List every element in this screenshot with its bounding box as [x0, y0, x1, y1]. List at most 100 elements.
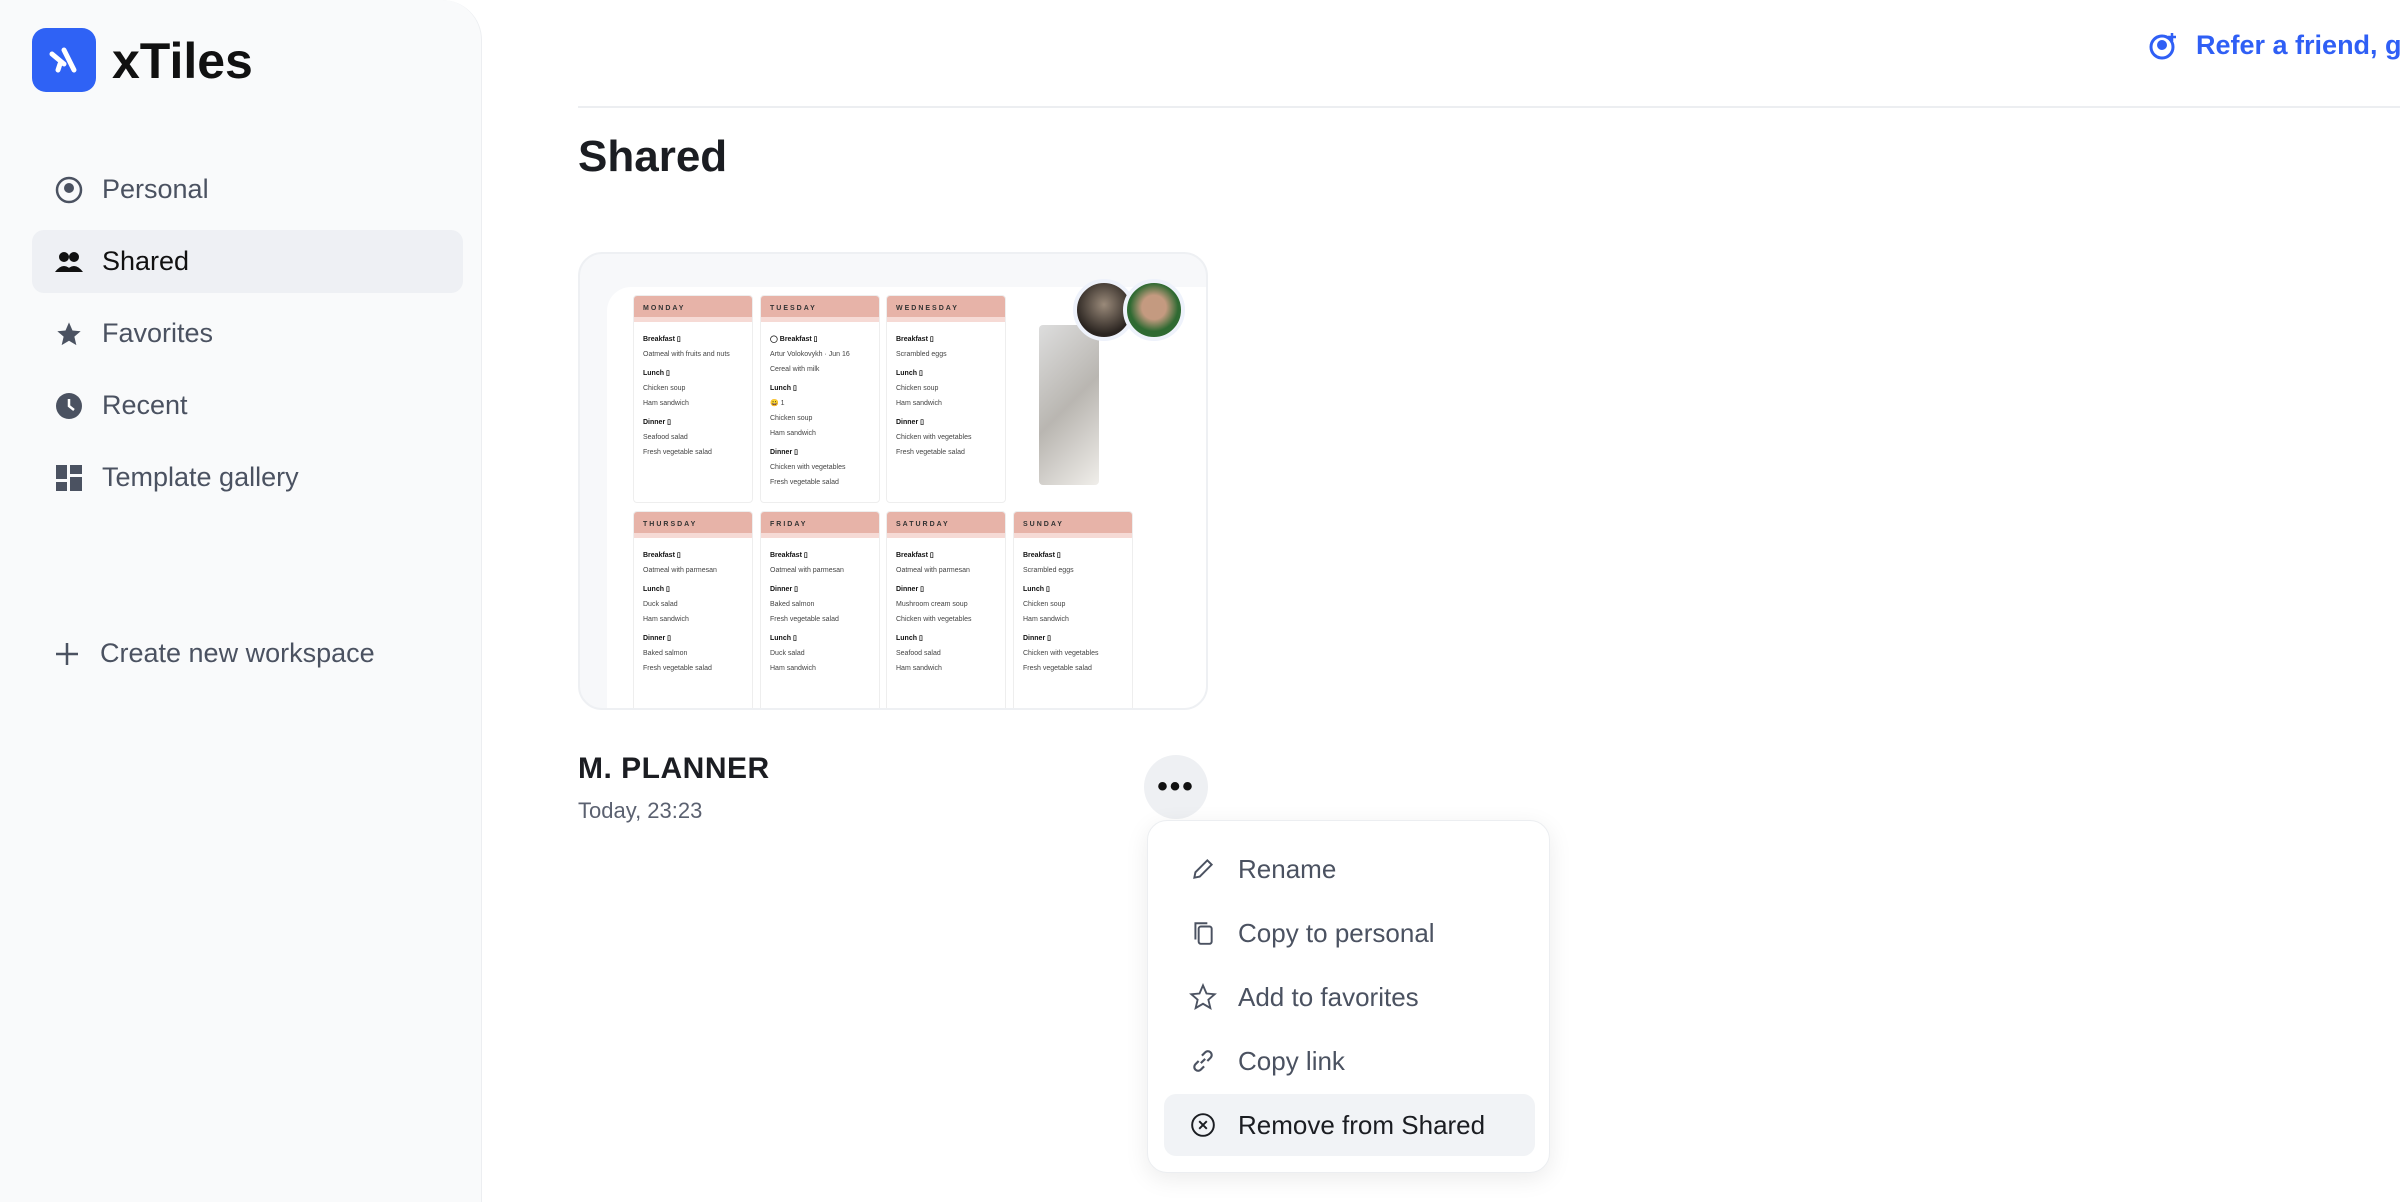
refer-friend-link[interactable]: Refer a friend, ge: [2148, 30, 2400, 61]
meal-item: Ham sandwich: [896, 400, 942, 407]
day-header: MONDAY: [634, 296, 752, 322]
meal-item: Ham sandwich: [643, 616, 689, 623]
day-column: SUNDAY Breakfast ▯ Scrambled eggs Lunch ▯ Ch…: [1013, 511, 1133, 708]
meal-item: Artur Volokovykh · Jun 16: [770, 351, 850, 358]
meal-item: Baked salmon: [770, 601, 815, 608]
meal-heading: Lunch ▯: [1023, 586, 1050, 593]
day-header: THURSDAY: [634, 512, 752, 538]
meal-item: Fresh vegetable salad: [770, 616, 839, 623]
day-column: SATURDAY Breakfast ▯ Oatmeal with parmesan…: [886, 511, 1006, 708]
menu-item-copy-link[interactable]: Copy link: [1164, 1030, 1535, 1092]
menu-item-label: Copy to personal: [1238, 917, 1435, 948]
page-title: Shared: [578, 132, 728, 181]
meal-item: Duck salad: [770, 650, 805, 657]
day-header: SUNDAY: [1014, 512, 1132, 538]
menu-item-label: Rename: [1238, 853, 1337, 884]
user-circle-icon: [54, 175, 84, 205]
meal-heading: ◯ Breakfast ▯: [770, 336, 818, 343]
meal-item: Chicken with vegetables: [896, 434, 972, 441]
link-icon: [1188, 1048, 1218, 1074]
sidebar-item-personal[interactable]: Personal: [32, 158, 463, 221]
sidebar-item-label: Recent: [102, 390, 188, 420]
meal-item: Chicken with vegetables: [770, 464, 846, 471]
sidebar-item-recent[interactable]: Recent: [32, 374, 463, 437]
food-photo: [1039, 325, 1099, 485]
meal-item: Ham sandwich: [643, 400, 689, 407]
star-outline-icon: [1188, 983, 1218, 1011]
meal-item: Oatmeal with parmesan: [896, 567, 970, 574]
menu-item-label: Add to favorites: [1238, 981, 1419, 1012]
meal-heading: Lunch ▯: [643, 586, 670, 593]
pencil-icon: [1188, 856, 1218, 882]
sidebar-item-label: Personal: [102, 174, 209, 204]
menu-item-remove-from-shared[interactable]: Remove from Shared: [1164, 1094, 1535, 1156]
meal-item: Oatmeal with parmesan: [770, 567, 844, 574]
more-options-button[interactable]: •••: [1144, 755, 1208, 819]
create-workspace-label: Create new workspace: [100, 638, 375, 668]
context-menu: Rename Copy to personal Add to favorites…: [1147, 820, 1550, 1173]
star-icon: [54, 319, 84, 349]
header-divider: [578, 106, 2400, 108]
document-thumbnail: MONDAY Breakfast ▯ Oatmeal with fruits and…: [607, 287, 1206, 708]
sidebar-item-favorites[interactable]: Favorites: [32, 302, 463, 365]
meal-heading: Dinner ▯: [770, 586, 798, 593]
meal-item: Scrambled eggs: [1023, 567, 1074, 574]
avatar: [1123, 279, 1185, 341]
meal-heading: Breakfast ▯: [1023, 552, 1061, 559]
meal-item: Ham sandwich: [770, 665, 816, 672]
menu-item-rename[interactable]: Rename: [1164, 838, 1535, 900]
copy-icon: [1188, 920, 1218, 946]
refer-label: Refer a friend, ge: [2196, 30, 2400, 60]
meal-item: Fresh vegetable salad: [643, 665, 712, 672]
meal-item: Cereal with milk: [770, 366, 820, 373]
meal-heading: Dinner ▯: [770, 449, 798, 456]
sidebar-item-label: Template gallery: [102, 462, 299, 492]
menu-item-add-to-favorites[interactable]: Add to favorites: [1164, 966, 1535, 1028]
meal-item: Ham sandwich: [770, 430, 816, 437]
menu-item-label: Copy link: [1238, 1045, 1345, 1076]
meal-item: Oatmeal with fruits and nuts: [643, 351, 730, 358]
meal-item: Scrambled eggs: [896, 351, 947, 358]
day-header: WEDNESDAY: [887, 296, 1005, 322]
meal-heading: Breakfast ▯: [643, 552, 681, 559]
xtiles-logo-icon[interactable]: [32, 28, 96, 92]
sidebar: xTiles Personal Shared Favorites Recent …: [0, 0, 482, 1202]
meal-item: 😀 1: [770, 400, 785, 407]
meal-item: Chicken with vegetables: [1023, 650, 1099, 657]
day-header: TUESDAY: [761, 296, 879, 322]
users-icon: [54, 247, 84, 277]
meal-heading: Lunch ▯: [896, 370, 923, 377]
plus-icon: [52, 639, 82, 669]
create-workspace-button[interactable]: Create new workspace: [32, 622, 463, 685]
meal-item: Seafood salad: [643, 434, 688, 441]
meal-item: Mushroom cream soup: [896, 601, 968, 608]
meal-heading: Dinner ▯: [643, 635, 671, 642]
clock-icon: [54, 391, 84, 421]
meal-item: Oatmeal with parmesan: [643, 567, 717, 574]
meal-item: Chicken soup: [896, 385, 939, 392]
day-header: SATURDAY: [887, 512, 1005, 538]
meal-heading: Breakfast ▯: [896, 336, 934, 343]
meal-heading: Lunch ▯: [643, 370, 670, 377]
sidebar-item-template-gallery[interactable]: Template gallery: [32, 446, 463, 509]
document-title[interactable]: M. PLANNER: [578, 752, 770, 786]
meal-item: Fresh vegetable salad: [896, 449, 965, 456]
day-column: THURSDAY Breakfast ▯ Oatmeal with parmesan…: [633, 511, 753, 708]
menu-item-copy-to-personal[interactable]: Copy to personal: [1164, 902, 1535, 964]
day-header: FRIDAY: [761, 512, 879, 538]
sidebar-item-shared[interactable]: Shared: [32, 230, 463, 293]
meal-item: Fresh vegetable salad: [1023, 665, 1092, 672]
meal-heading: Dinner ▯: [896, 419, 924, 426]
day-column: TUESDAY ◯ Breakfast ▯ Artur Volokovykh · J…: [760, 295, 880, 503]
meal-item: Chicken with vegetables: [896, 616, 972, 623]
meal-heading: Lunch ▯: [770, 635, 797, 642]
document-card[interactable]: MONDAY Breakfast ▯ Oatmeal with fruits and…: [578, 252, 1208, 710]
meal-item: Chicken soup: [1023, 601, 1066, 608]
meal-item: Fresh vegetable salad: [643, 449, 712, 456]
meal-heading: Dinner ▯: [643, 419, 671, 426]
meal-item: Duck salad: [643, 601, 678, 608]
meal-item: Chicken soup: [770, 415, 813, 422]
grid-icon: [54, 463, 84, 493]
menu-item-label: Remove from Shared: [1238, 1109, 1486, 1140]
user-plus-icon: [2148, 31, 2178, 61]
